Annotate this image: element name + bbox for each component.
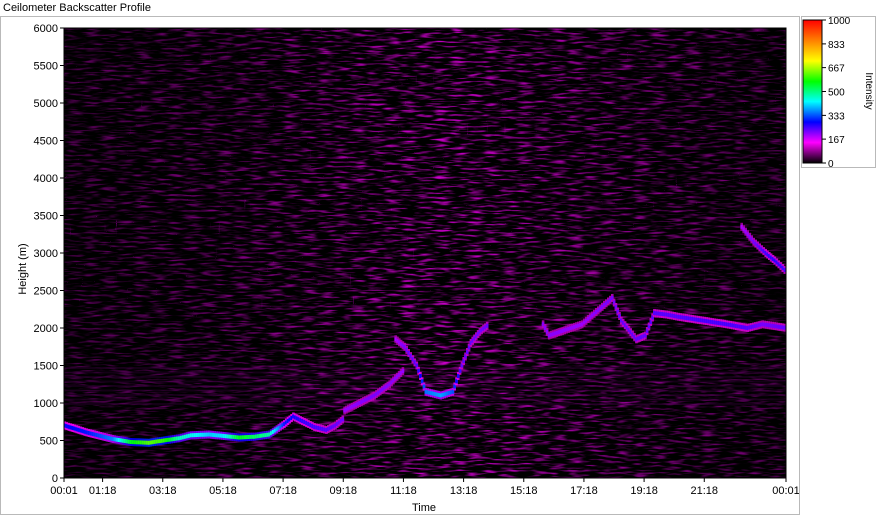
x-tick-label: 21:18 <box>690 485 718 497</box>
y-tick-label: 6000 <box>34 23 58 35</box>
x-axis-label: Time <box>412 502 436 514</box>
colorbar-tick-label: 0 <box>828 159 834 167</box>
y-tick-label: 500 <box>40 436 58 448</box>
colorbar-ticks: 1000 833 667 500 333 167 0 <box>822 16 851 170</box>
y-tick-label: 4500 <box>34 136 58 148</box>
layer-core <box>485 323 489 328</box>
x-tick-label: 05:18 <box>209 485 237 497</box>
backscatter-heatmap: 0 500 1000 1500 2000 2500 3000 3500 4000 4500 5000… <box>17 23 800 514</box>
x-tick-label: 13:18 <box>450 485 478 497</box>
y-tick-label: 0 <box>52 473 58 485</box>
y-tick-label: 1000 <box>34 398 58 410</box>
backscatter-noise <box>64 28 786 478</box>
colorbar: 1000 833 667 500 333 167 0 Intensity <box>802 16 874 170</box>
y-tick-label: 5000 <box>34 98 58 110</box>
x-tick-label: 00:01 <box>50 485 78 497</box>
x-tick-label: 01:18 <box>89 485 117 497</box>
x-tick-label: 11:18 <box>390 485 417 497</box>
x-tick-label: 03:18 <box>149 485 177 497</box>
y-tick-label: 2000 <box>34 323 58 335</box>
colorbar-label: Intensity <box>863 72 874 109</box>
colorbar-tick-label: 167 <box>828 135 845 146</box>
y-tick-label: 1500 <box>34 361 58 373</box>
colorbar-tick-label: 667 <box>828 64 845 75</box>
colorbar-tick-label: 833 <box>828 40 845 51</box>
y-axis-label: Height (m) <box>17 243 29 294</box>
colorbar-tick-label: 1000 <box>828 17 851 27</box>
y-tick-label: 2500 <box>34 286 58 298</box>
colorbar-tick-label: 333 <box>828 111 845 122</box>
y-tick-label: 3000 <box>34 248 58 260</box>
layer-core <box>401 369 405 374</box>
x-tick-label: 19:18 <box>630 485 658 497</box>
y-tick-label: 3500 <box>34 211 58 223</box>
x-tick-label: 00:01 <box>772 485 799 497</box>
x-tick-label: 09:18 <box>329 485 357 497</box>
window-title: Ceilometer Backscatter Profile <box>3 2 151 14</box>
x-tick-label: 17:18 <box>570 485 598 497</box>
x-tick-label: 07:18 <box>269 485 297 497</box>
layer-core <box>341 417 345 422</box>
colorbar-tick-label: 500 <box>828 88 845 99</box>
colorbar-panel: 1000 833 667 500 333 167 0 Intensity <box>801 16 876 170</box>
plot-panel: 0 500 1000 1500 2000 2500 3000 3500 4000 4500 5000… <box>0 16 800 515</box>
x-tick-label: 15:18 <box>510 485 538 497</box>
y-tick-label: 5500 <box>34 61 58 73</box>
y-tick-label: 4000 <box>34 173 58 185</box>
colorbar-gradient <box>802 19 823 164</box>
